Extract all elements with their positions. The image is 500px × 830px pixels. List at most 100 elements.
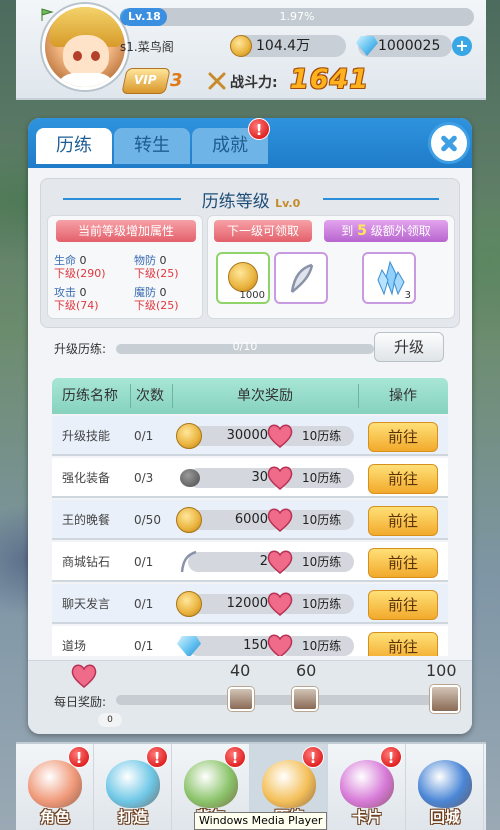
- rename-flag-icon[interactable]: [40, 8, 54, 22]
- tab-rebirth[interactable]: 转生: [114, 128, 190, 164]
- daily-current-value: 0: [98, 713, 122, 727]
- level-rewards-box: 下一级可领取 到 5 级额外领取 1000 3: [207, 215, 455, 319]
- training-panel: 历练 转生 成就 ! 历练等级 Lv.0 当前等级增加属性 生命 0 下级(29…: [28, 118, 472, 734]
- training-task-table: 历练名称 次数 单次奖励 操作 升级技能 0/1 30000 10历练 前往 强化装备 0/…: [52, 378, 448, 656]
- stat-next-value: (25): [156, 267, 179, 280]
- task-count: 0/1: [134, 639, 154, 653]
- current-stats-box: 当前等级增加属性 生命 0 下级(290) 物防 0 下级(25) 攻击 0 下…: [47, 215, 203, 319]
- stone-icon: [176, 465, 202, 491]
- level-title: 历练等级 Lv.0: [41, 187, 461, 212]
- stat-name: 攻击: [54, 286, 76, 299]
- go-button[interactable]: 前往: [368, 422, 438, 452]
- feather-icon: [290, 263, 314, 293]
- stat-next-label: 下级: [54, 299, 76, 312]
- reward-count: 3: [404, 290, 411, 301]
- go-button[interactable]: 前往: [368, 464, 438, 494]
- crystal-icon: [377, 260, 405, 296]
- nav-item[interactable]: 打造!: [94, 744, 172, 830]
- task-name: 升级技能: [62, 429, 111, 443]
- vip-badge[interactable]: VIP 3: [121, 68, 184, 94]
- reward-amount: 150: [243, 638, 268, 653]
- avatar-body: [55, 73, 117, 87]
- stat-next-value: (74): [76, 299, 99, 312]
- crossed-swords-icon: [208, 72, 226, 90]
- reward-count: 1000: [239, 290, 265, 301]
- gold-coin-icon: [176, 507, 202, 533]
- heart-icon: [267, 550, 293, 574]
- reward-amount: 12000: [226, 596, 268, 611]
- stat-value: 0: [159, 286, 167, 299]
- task-name: 聊天发言: [62, 597, 111, 611]
- nav-alert-badge: !: [380, 746, 402, 768]
- feather-icon: [176, 549, 202, 575]
- nav-item[interactable]: 回城: [406, 744, 484, 830]
- system-tooltip: Windows Media Player: [194, 812, 328, 830]
- stat-phys-def: 物防 0 下级(25): [134, 254, 179, 280]
- diamond-amount: 1000025: [378, 38, 441, 54]
- reward-amount: 30000: [226, 428, 268, 443]
- nav-item[interactable]: 角色!: [16, 744, 94, 830]
- table-row: 商城钻石 0/1 2 10历练 前往: [52, 542, 448, 582]
- nav-item[interactable]: 卡片!: [328, 744, 406, 830]
- upgrade-button[interactable]: 升级: [374, 332, 444, 362]
- nav-alert-badge: !: [146, 746, 168, 768]
- achievement-alert-badge: !: [248, 118, 270, 140]
- stats-header: 当前等级增加属性: [56, 220, 196, 242]
- chest-icon[interactable]: [228, 687, 254, 711]
- go-button[interactable]: 前往: [368, 632, 438, 656]
- nav-alert-badge: !: [68, 746, 90, 768]
- nav-label: 卡片: [351, 808, 382, 826]
- stat-name: 魔防: [134, 286, 156, 299]
- task-name: 道场: [62, 639, 87, 653]
- chest-icon[interactable]: [292, 687, 318, 711]
- reward-slot[interactable]: 1000: [216, 252, 270, 304]
- nav-mascot-icon: [418, 760, 472, 808]
- daily-reward-label: 每日奖励:: [54, 695, 107, 709]
- task-name: 商城钻石: [62, 555, 111, 569]
- exp-amount: 10历练: [302, 471, 342, 485]
- milestone-value: 60: [296, 661, 317, 680]
- heart-icon: [267, 634, 293, 656]
- nav-alert-badge: !: [302, 746, 324, 768]
- vip-label: VIP: [134, 73, 157, 87]
- reward-slot[interactable]: [274, 252, 328, 304]
- chest-icon[interactable]: [430, 685, 460, 713]
- stat-next-value: (25): [156, 299, 179, 312]
- stat-magic-def: 魔防 0 下级(25): [134, 286, 179, 312]
- table-row: 升级技能 0/1 30000 10历练 前往: [52, 416, 448, 456]
- training-level: Lv.0: [275, 197, 301, 210]
- reward-amount: 6000: [234, 512, 268, 527]
- nav-label: 打造: [117, 808, 148, 826]
- upgrade-progress-text: 0/10: [232, 340, 258, 353]
- go-button[interactable]: 前往: [368, 590, 438, 620]
- col-reward: 单次奖励: [237, 388, 293, 404]
- exp-percent: 1.97%: [279, 10, 315, 23]
- table-row: 聊天发言 0/1 12000 10历练 前往: [52, 584, 448, 624]
- table-row: 王的晚餐 0/50 6000 10历练 前往: [52, 500, 448, 540]
- add-diamond-button[interactable]: +: [452, 36, 472, 56]
- reward-slot[interactable]: 3: [362, 252, 416, 304]
- stat-next-label: 下级: [134, 267, 156, 280]
- table-header: 历练名称 次数 单次奖励 操作: [52, 378, 448, 414]
- heart-icon: [267, 424, 293, 448]
- stat-next-label: 下级: [54, 267, 76, 280]
- daily-progress-bar: [116, 695, 448, 705]
- nav-alert-badge: !: [224, 746, 246, 768]
- extra-reward-post: 级额外领取: [370, 224, 431, 238]
- player-name: s1.菜鸟阁: [120, 40, 174, 54]
- stat-value: 0: [79, 286, 87, 299]
- go-button[interactable]: 前往: [368, 548, 438, 578]
- player-avatar[interactable]: [42, 4, 128, 90]
- stat-next-value: (290): [76, 267, 106, 280]
- heart-icon: [267, 508, 293, 532]
- tab-training[interactable]: 历练: [36, 128, 112, 164]
- stat-attack: 攻击 0 下级(74): [54, 286, 99, 312]
- heart-icon: [267, 592, 293, 616]
- training-level-box: 历练等级 Lv.0 当前等级增加属性 生命 0 下级(290) 物防 0 下级(…: [40, 178, 460, 328]
- close-button[interactable]: [428, 122, 470, 164]
- avatar-eye: [91, 51, 100, 61]
- stat-name: 物防: [134, 254, 156, 267]
- go-button[interactable]: 前往: [368, 506, 438, 536]
- panel-header: 历练 转生 成就 !: [28, 118, 472, 168]
- gold-amount: 104.4万: [256, 38, 311, 54]
